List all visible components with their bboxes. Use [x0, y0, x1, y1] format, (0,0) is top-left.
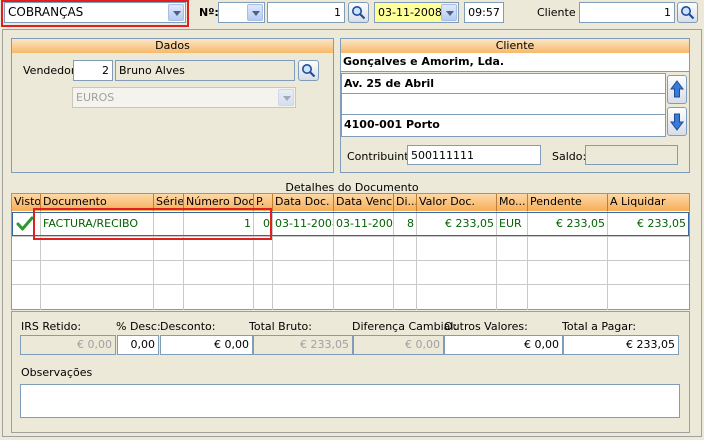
col-valor[interactable]: Valor Doc.: [417, 194, 497, 211]
col-dias[interactable]: Di...: [394, 194, 417, 211]
outros-input[interactable]: € 0,00: [444, 335, 563, 355]
search-vendedor-button[interactable]: [298, 60, 319, 81]
pagar-label: Total a Pagar:: [562, 320, 637, 333]
search-icon: [681, 6, 695, 20]
client-label: Cliente: [537, 6, 576, 19]
bruto-field: € 233,05: [253, 335, 353, 355]
pagar-field: € 233,05: [563, 335, 679, 355]
arrow-up-icon: [670, 80, 684, 98]
cell-moeda: EUR: [499, 217, 522, 230]
bruto-label: Total Bruto:: [249, 320, 312, 333]
series-select[interactable]: [218, 2, 265, 23]
chevron-down-icon: [278, 89, 294, 106]
vendedor-label: Vendedor: [23, 64, 76, 77]
row-highlight: [33, 208, 272, 240]
irs-field: € 0,00: [20, 335, 116, 355]
desconto-label: Desconto:: [160, 320, 216, 333]
col-data-doc[interactable]: Data Doc.: [273, 194, 334, 211]
cell-liquidar: € 233,05: [637, 217, 686, 230]
contribuinte-input[interactable]: 500111111: [407, 145, 541, 165]
client-address-box: Av. 25 de Abril 4100-001 Porto: [341, 73, 666, 137]
saldo-field: [585, 145, 678, 165]
search-icon: [352, 6, 366, 20]
desconto-input[interactable]: € 0,00: [160, 335, 253, 355]
desc-pct-label: % Desc:: [116, 320, 161, 333]
search-doc-button[interactable]: [348, 2, 369, 23]
vendedor-name-field: Bruno Alves: [115, 60, 295, 81]
grid-line: [12, 260, 689, 261]
client-address1: Av. 25 de Abril: [342, 74, 665, 94]
observacoes-textarea[interactable]: [20, 384, 680, 418]
num-label: Nº:: [199, 6, 219, 19]
vendedor-code-input[interactable]: 2: [73, 60, 113, 81]
currency-select: EUROS: [72, 87, 296, 108]
cliente-title: Cliente: [341, 39, 689, 53]
search-client-button[interactable]: [677, 2, 698, 23]
col-liquidar[interactable]: A Liquidar: [608, 194, 689, 211]
observacoes-label: Observações: [21, 366, 93, 379]
checkmark-icon[interactable]: [16, 216, 34, 232]
chevron-down-icon[interactable]: [247, 4, 263, 21]
cell-pendente: € 233,05: [556, 217, 605, 230]
chevron-down-icon[interactable]: [168, 4, 184, 21]
search-icon: [302, 64, 316, 78]
client-input[interactable]: 1: [579, 2, 675, 23]
scroll-down-button[interactable]: [667, 107, 687, 136]
irs-label: IRS Retido:: [21, 320, 82, 333]
outros-label: Outros Valores:: [444, 320, 528, 333]
cambial-label: Diferença Cambial:: [352, 320, 458, 333]
cell-data-doc: 03-11-2008: [275, 217, 333, 230]
client-name: Gonçalves e Amorim, Lda.: [341, 53, 689, 72]
scroll-up-button[interactable]: [667, 75, 687, 104]
cell-valor: € 233,05: [445, 217, 494, 230]
col-data-venc[interactable]: Data Venc.: [334, 194, 394, 211]
client-address2: [342, 94, 665, 115]
cell-data-venc: 03-11-2008: [336, 217, 393, 230]
cambial-field: € 0,00: [353, 335, 444, 355]
cell-dias: 8: [407, 217, 414, 230]
time-field[interactable]: 09:57: [464, 2, 504, 23]
col-moeda[interactable]: Mo...: [497, 194, 528, 211]
doc-number-input[interactable]: 1: [267, 2, 345, 23]
date-picker[interactable]: 03-11-2008: [374, 2, 459, 23]
doc-type-select[interactable]: COBRANÇAS: [4, 2, 186, 23]
saldo-label: Saldo:: [552, 150, 587, 163]
client-postal: 4100-001 Porto: [344, 118, 440, 131]
grid-line: [12, 284, 689, 285]
desc-pct-input[interactable]: 0,00: [117, 335, 159, 355]
dados-title: Dados: [12, 39, 333, 53]
chevron-down-icon[interactable]: [441, 4, 457, 21]
doc-type-value: COBRANÇAS: [8, 5, 84, 19]
arrow-down-icon: [670, 113, 684, 131]
col-pendente[interactable]: Pendente: [528, 194, 608, 211]
